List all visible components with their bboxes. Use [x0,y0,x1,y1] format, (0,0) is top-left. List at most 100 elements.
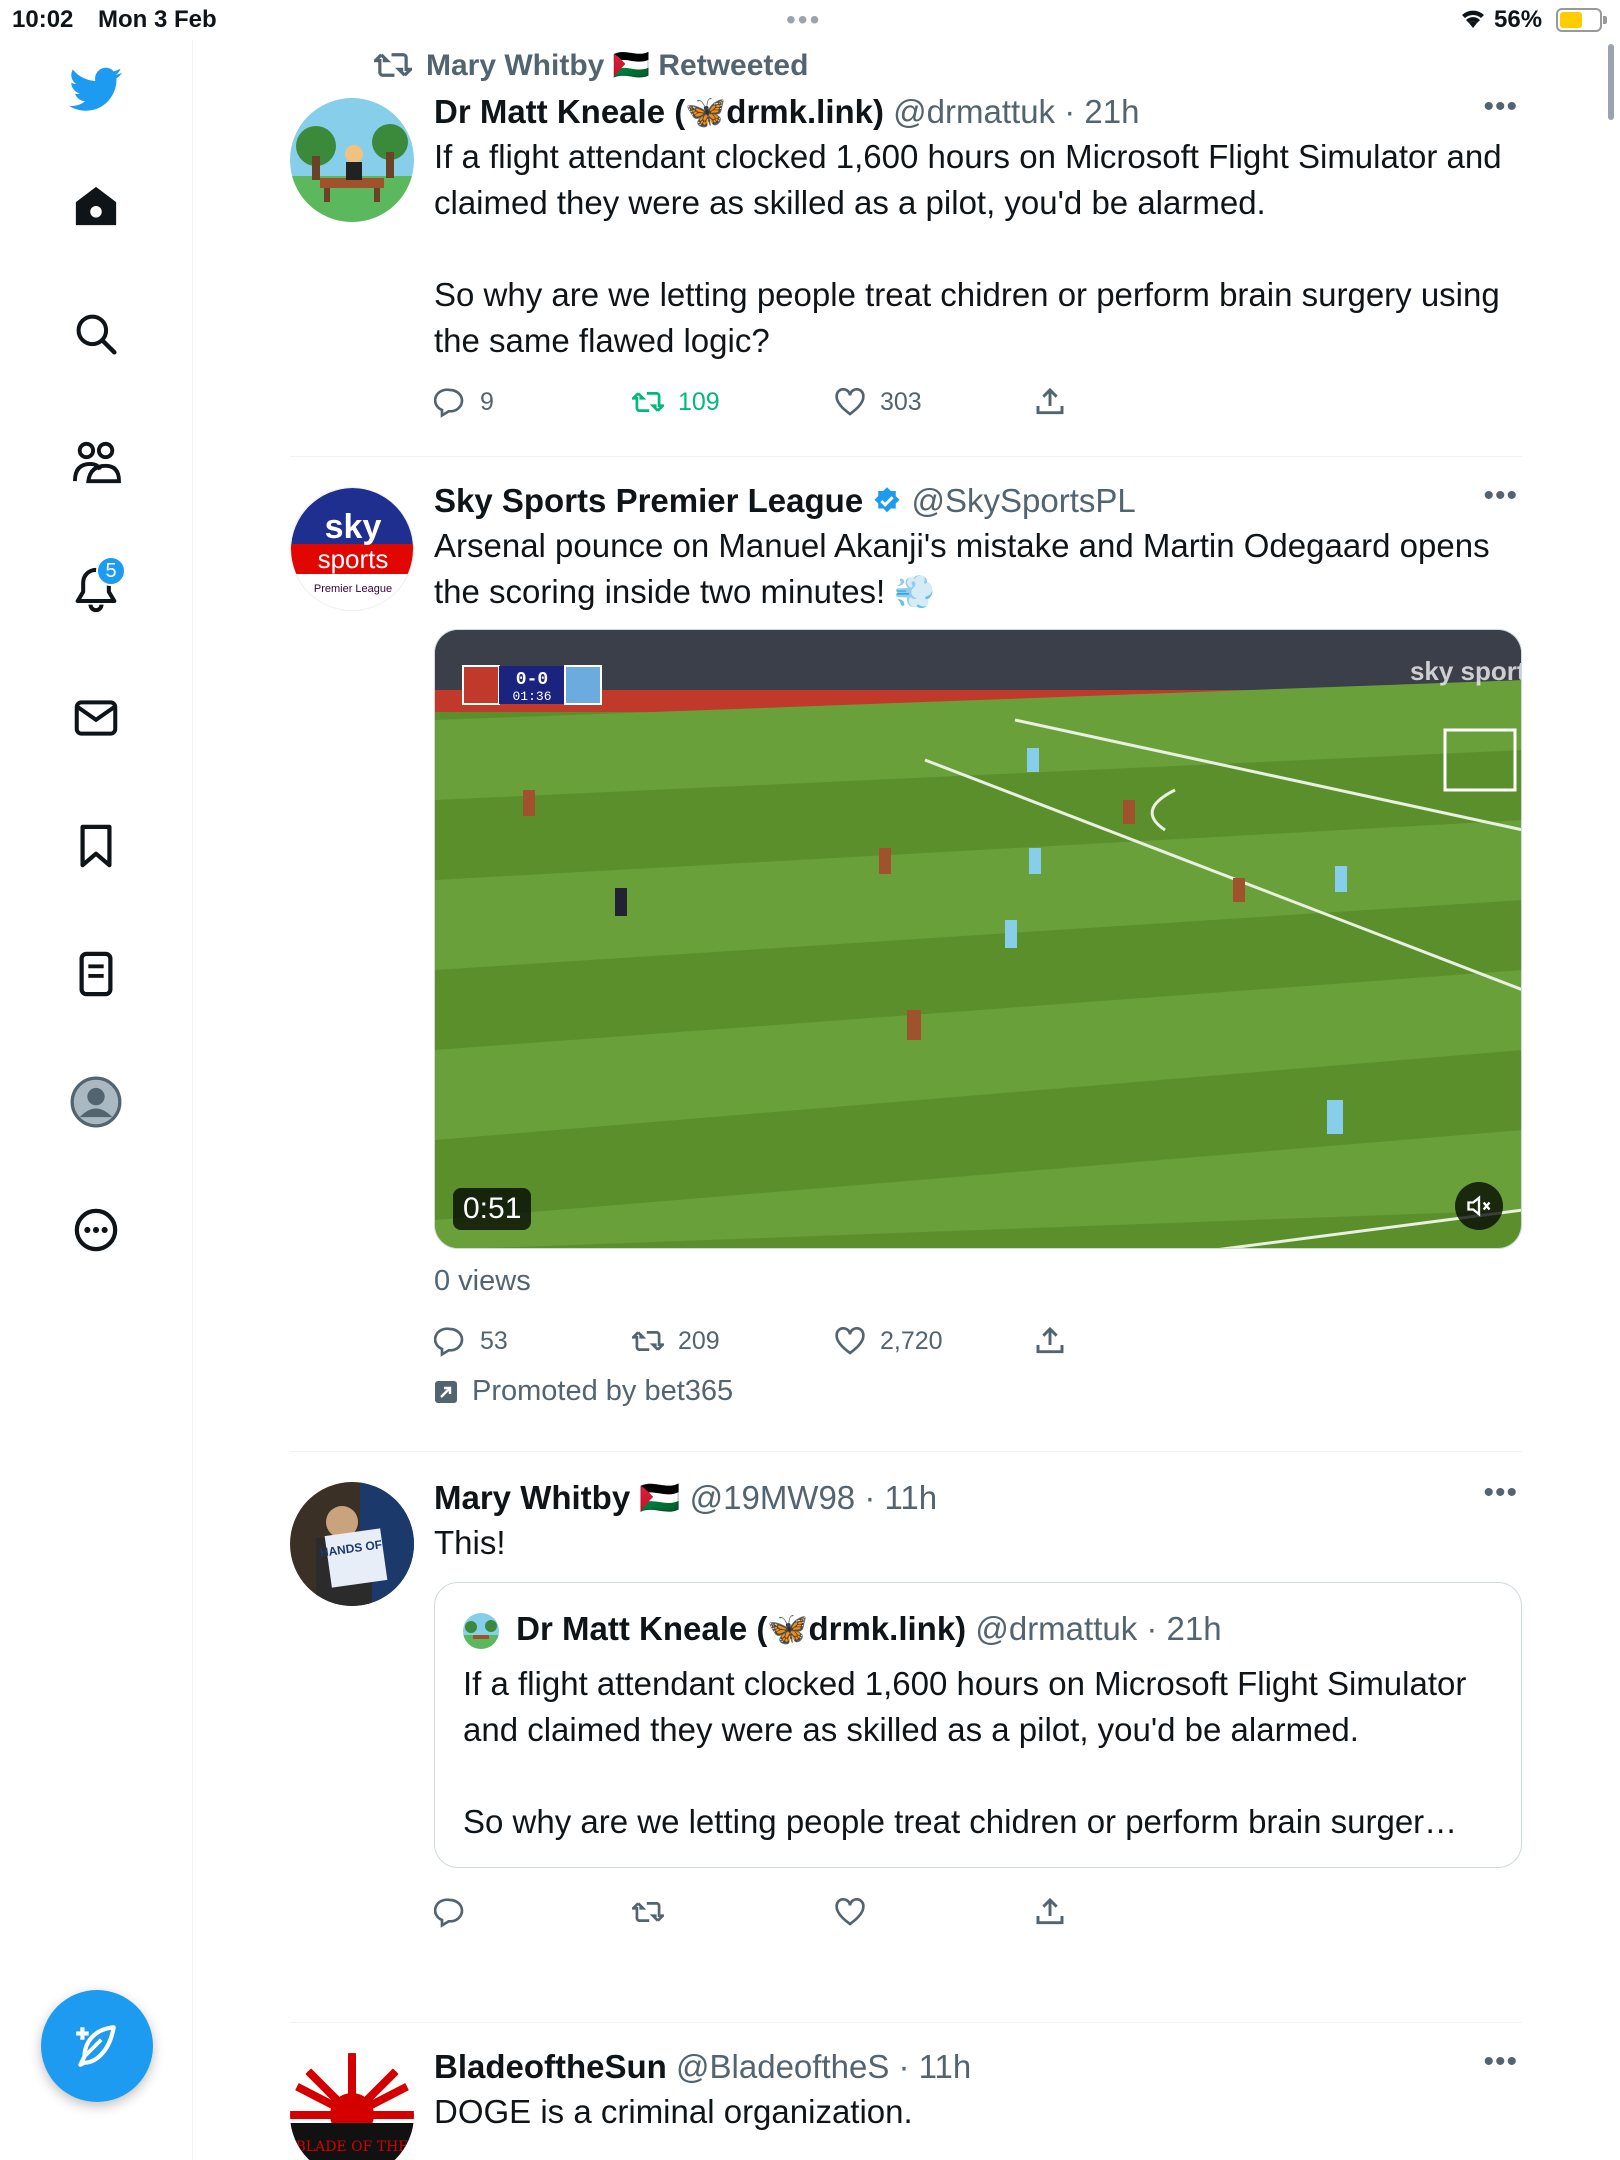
heart-icon [835,1327,865,1355]
tweet-more-icon[interactable]: ••• [1483,479,1518,513]
more-options-icon[interactable] [60,1194,132,1266]
share-button[interactable] [1034,374,1066,430]
multitasking-dots-icon[interactable]: ••• [786,4,821,36]
reply-icon [434,1327,464,1357]
retweet-icon [632,392,664,412]
profile-avatar-icon[interactable] [60,1066,132,1138]
video-frame: 0-0 01:36 sky sports [435,630,1522,1248]
avatar[interactable]: HANDS OFF [290,1482,414,1606]
share-icon [1036,1326,1064,1354]
twitter-logo-icon[interactable] [60,54,132,126]
retweet-count: 109 [678,387,720,416]
notifications-bell-icon[interactable]: 5 [60,554,132,626]
video-score: 0-0 [516,670,548,690]
heart-icon [835,1898,865,1926]
tweet-text: This! [434,1524,506,1561]
avatar[interactable]: BLADE OF THE [290,2053,414,2160]
status-bar: 10:02 Mon 3 Feb ••• 56% [0,0,1620,40]
video-player[interactable]: 0-0 01:36 sky sports 0:51 [434,629,1522,1249]
battery-icon [1556,8,1607,32]
video-duration: 0:51 [453,1188,532,1230]
view-count: 0 views [434,1265,531,1297]
status-time: 10:02 [12,6,74,33]
timeline-feed: Mary Whitby 🇵🇸 Retweeted Dr Matt Kneale … [290,40,1522,2160]
retweet-button[interactable] [632,1884,664,1940]
tweet-skysportspl[interactable]: sky sports Premier League Sky Sports Premi… [290,457,1522,1451]
verified-badge-icon [874,487,900,513]
promoted-label[interactable]: Promoted by bet365 [434,1375,1522,1408]
author-name[interactable]: Sky Sports Premier League [434,482,863,519]
author-name[interactable]: BladeoftheSun [434,2048,667,2085]
home-icon[interactable] [60,170,132,242]
lists-icon[interactable] [60,938,132,1010]
quoted-tweet[interactable]: Dr Matt Kneale (🦋drmk.link) @drmattuk · … [434,1582,1522,1868]
avatar-sky-text: sky [325,508,382,546]
muted-speaker-icon [1467,1195,1491,1217]
messages-envelope-icon[interactable] [60,682,132,754]
quoted-tweet-text: So why are we letting people treat chidr… [463,1803,1458,1840]
communities-icon[interactable] [60,426,132,498]
reply-button[interactable]: 9 [434,374,494,430]
bookmarks-icon[interactable] [60,810,132,882]
tweet-drmattuk[interactable]: Mary Whitby 🇵🇸 Retweeted Dr Matt Kneale … [290,40,1522,456]
retweet-button[interactable]: 109 [632,374,720,430]
reply-count: 9 [480,387,494,416]
retweet-count: 209 [678,1326,720,1355]
scrollbar[interactable] [1608,44,1614,120]
share-icon [1036,387,1064,415]
quoted-tweet-header: Dr Matt Kneale (🦋drmk.link) @drmattuk · … [463,1607,1493,1651]
author-name[interactable]: Mary Whitby 🇵🇸 [434,1479,680,1516]
tweet-text: Arsenal pounce on Manuel Akanji's mistak… [434,527,1490,610]
avatar[interactable]: sky sports Premier League [290,487,414,611]
retweet-button[interactable]: 209 [632,1313,720,1369]
tweet-more-icon[interactable]: ••• [1483,1476,1518,1510]
quoted-avatar [463,1613,499,1650]
promoted-text: Promoted by bet365 [472,1375,734,1407]
like-button[interactable]: 2,720 [834,1313,943,1369]
reply-button[interactable]: 53 [434,1313,508,1369]
tweet-more-icon[interactable]: ••• [1483,90,1518,124]
retweet-icon [632,1331,664,1351]
tweet-actions: 53 209 2,720 [434,1313,1522,1369]
author-handle[interactable]: @BladeoftheS · 11h [676,2048,971,2085]
tweet-more-icon[interactable]: ••• [1483,2045,1518,2079]
tweet-header: Mary Whitby 🇵🇸 @19MW98 · 11h [434,1476,1522,1520]
tweet-text: So why are we letting people treat chidr… [434,276,1500,359]
tweet-text: DOGE is a criminal organization. [434,2093,913,2130]
tweet-header: Sky Sports Premier League @SkySportsPL [434,479,1522,523]
author-handle[interactable]: @SkySportsPL [912,482,1136,519]
reply-button[interactable] [434,1884,466,1940]
video-watermark: sky sports [1410,656,1522,686]
author-handle[interactable]: @drmattuk · 21h [893,93,1139,130]
tweet-header: Dr Matt Kneale (🦋drmk.link) @drmattuk · … [434,90,1522,134]
share-button[interactable] [1034,1884,1066,1940]
avatar-sports-text: sports [318,544,389,574]
like-count: 2,720 [880,1326,943,1355]
tweet-actions: 9 109 303 [434,374,1522,430]
avatar-blade-text: BLADE OF THE [296,2139,409,2155]
reply-count: 53 [480,1326,508,1355]
compose-tweet-button[interactable] [41,1990,153,2102]
retweet-icon [374,53,412,77]
quoted-author-handle: @drmattuk · 21h [975,1610,1222,1647]
author-name[interactable]: Dr Matt Kneale (🦋drmk.link) [434,93,884,130]
sidebar-nav: 5 [0,40,193,2160]
notifications-badge: 5 [96,556,126,586]
like-button[interactable]: 303 [834,374,922,430]
share-button[interactable] [1034,1313,1066,1369]
quoted-tweet-text: If a flight attendant clocked 1,600 hour… [463,1665,1467,1748]
tweet-19mw98[interactable]: HANDS OFF Mary Whitby 🇵🇸 @19MW98 · 11h •… [290,1452,1522,2022]
tweet-actions [434,1884,1522,1940]
tweet-bladeofthes[interactable]: BLADE OF THE BladeoftheSun @BladeoftheS … [290,2023,1522,2160]
like-button[interactable] [834,1884,866,1940]
tweet-text: If a flight attendant clocked 1,600 hour… [434,138,1502,221]
search-icon[interactable] [60,298,132,370]
avatar-league-text: Premier League [314,583,392,595]
avatar[interactable] [290,98,414,222]
reply-icon [434,1898,464,1928]
retweet-icon [632,1902,664,1922]
mute-button[interactable] [1455,1182,1503,1230]
retweet-context: Mary Whitby 🇵🇸 Retweeted [374,40,1522,90]
quoted-author-name: Dr Matt Kneale (🦋drmk.link) [516,1610,967,1647]
author-handle[interactable]: @19MW98 · 11h [690,1479,937,1516]
